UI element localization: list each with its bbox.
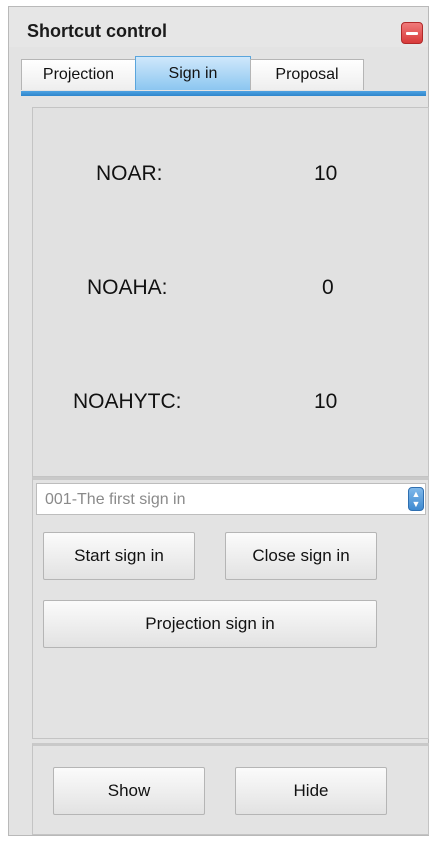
sign-in-select-value: 001-The first sign in (45, 491, 186, 508)
close-sign-in-button[interactable]: Close sign in (225, 532, 377, 580)
tab-proposal[interactable]: Proposal (250, 59, 364, 90)
window-title: Shortcut control (27, 21, 167, 41)
tab-sign-in[interactable]: Sign in (135, 56, 251, 90)
stat-label-noaha: NOAHA: (87, 276, 168, 299)
sign-in-select[interactable]: 001-The first sign in ▲ ▼ (36, 483, 426, 515)
hide-button[interactable]: Hide (235, 767, 387, 815)
tab-strip: Projection Sign in Proposal (21, 54, 426, 91)
show-button[interactable]: Show (53, 767, 205, 815)
stat-label-noar: NOAR: (96, 162, 163, 185)
close-button[interactable] (401, 22, 423, 44)
stats-panel: NOAR: 10 NOAHA: 0 NOAHYTC: 10 (32, 107, 429, 477)
stat-label-noahytc: NOAHYTC: (73, 390, 182, 413)
minus-icon (406, 32, 418, 35)
tab-projection[interactable]: Projection (21, 59, 136, 90)
tab-underline (21, 91, 426, 96)
projection-sign-in-button[interactable]: Projection sign in (43, 600, 377, 648)
title-bar: Shortcut control (9, 7, 428, 47)
shortcut-control-window: Shortcut control Projection Sign in Prop… (8, 6, 429, 836)
start-sign-in-button[interactable]: Start sign in (43, 532, 195, 580)
stat-value-noahytc: 10 (314, 390, 338, 413)
stat-value-noaha: 0 (322, 276, 334, 299)
updown-arrows-icon[interactable]: ▲ ▼ (408, 487, 424, 511)
stat-value-noar: 10 (314, 162, 338, 185)
